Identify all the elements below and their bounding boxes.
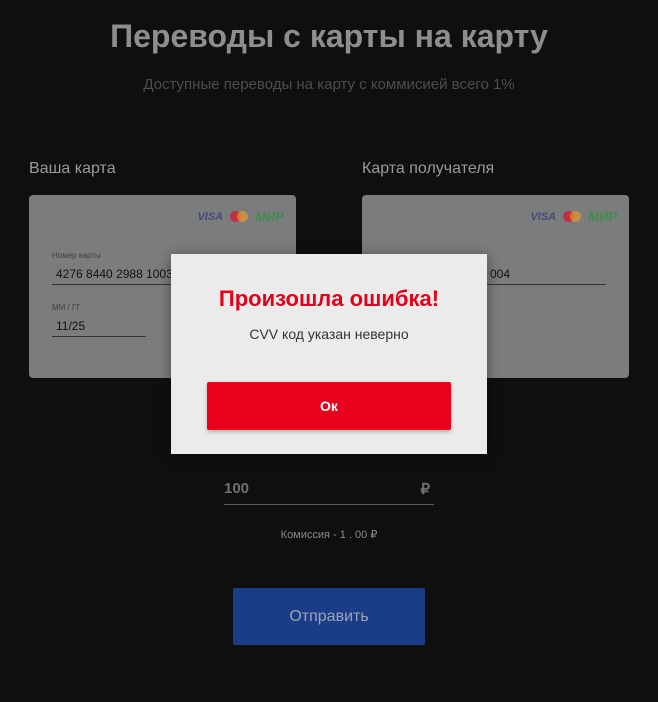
modal-message: CVV код указан неверно [249, 326, 409, 342]
modal-title: Произошла ошибка! [218, 286, 440, 311]
error-modal: Произошла ошибка! CVV код указан неверно… [171, 254, 487, 454]
ok-button[interactable]: Ок [207, 382, 451, 430]
